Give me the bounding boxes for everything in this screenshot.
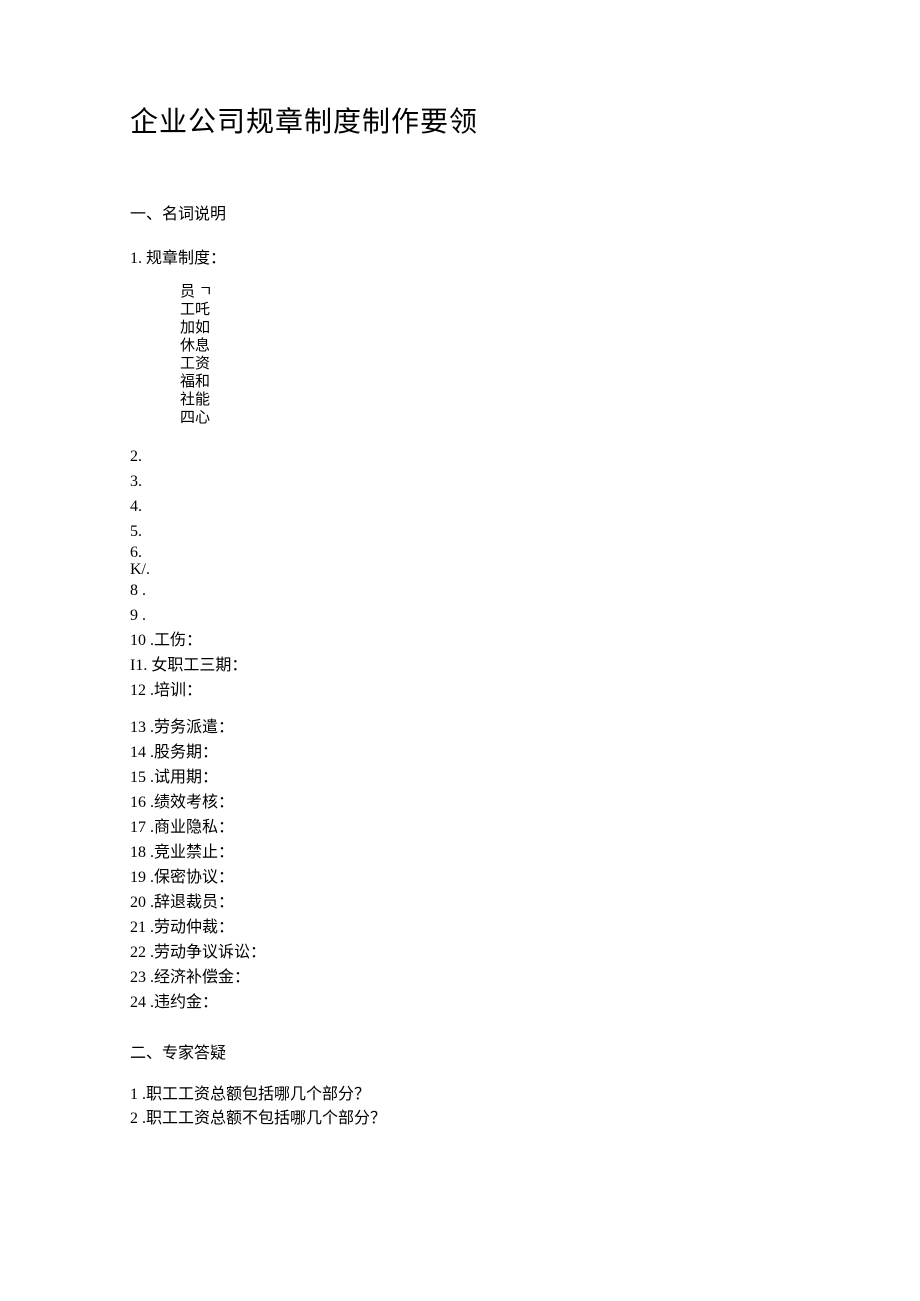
item-label: 女职工三期： xyxy=(151,657,247,674)
list-item: 9 . xyxy=(130,604,790,628)
list-item: 24 .违约金： xyxy=(130,991,790,1015)
item-num: I1. xyxy=(130,657,147,674)
item-num: 1 xyxy=(130,1086,138,1103)
list-item: 22 .劳动争议诉讼： xyxy=(130,941,790,965)
item-label: .竞业禁止： xyxy=(150,844,234,861)
item-num: 16 xyxy=(130,794,146,811)
list-item: 2. xyxy=(130,445,790,469)
list-item: 10 .工伤： xyxy=(130,629,790,653)
item-num: K/. xyxy=(130,561,150,578)
item-num: 22 xyxy=(130,944,146,961)
item-1: 1. 规章制度： xyxy=(130,244,790,268)
section-2-header: 二、专家答疑 xyxy=(130,1039,790,1063)
list-item: 5. xyxy=(130,520,790,544)
vrow: 四心 xyxy=(180,409,790,427)
item-label: .培训： xyxy=(150,682,202,699)
item-label: .劳动仲裁： xyxy=(150,919,234,936)
item-num: 15 xyxy=(130,769,146,786)
list-item: 3. xyxy=(130,470,790,494)
item-label: .违约金： xyxy=(150,994,218,1011)
item-num: 10 xyxy=(130,632,146,649)
document-title: 企业公司规章制度制作要领 xyxy=(130,100,790,140)
item-num: 3. xyxy=(130,473,142,490)
item-label: .职工工资总额包括哪几个部分？ xyxy=(142,1086,370,1103)
list-item: 15 .试用期： xyxy=(130,766,790,790)
item-num: 18 xyxy=(130,844,146,861)
item-num: 21 xyxy=(130,919,146,936)
list-item: 16 .绩效考核： xyxy=(130,791,790,815)
list-item: 17 .商业隐私： xyxy=(130,816,790,840)
list-item: 19 .保密协议： xyxy=(130,866,790,890)
list-item: 21 .劳动仲裁： xyxy=(130,916,790,940)
item-label: . xyxy=(142,582,146,599)
item-label: .劳务派遣： xyxy=(150,719,234,736)
item-num: 2 xyxy=(130,1110,138,1127)
vrow: 福和 xyxy=(180,373,790,391)
list-item-overlap: 6. K/. xyxy=(130,545,790,578)
item-num: 14 xyxy=(130,744,146,761)
item-label: .绩效考核： xyxy=(150,794,234,811)
list-item: 1 .职工工资总额包括哪几个部分？ xyxy=(130,1083,790,1107)
section-1-header: 一、名词说明 xyxy=(130,200,790,224)
vrow: 员 ㄱ xyxy=(180,283,790,301)
vrow: 社能 xyxy=(180,391,790,409)
item-num: 9 xyxy=(130,607,138,624)
item-num: 8 xyxy=(130,582,138,599)
list-item: I1. 女职工三期： xyxy=(130,654,790,678)
item-label: .保密协议： xyxy=(150,869,234,886)
list-item: 12 .培训： xyxy=(130,679,790,703)
item-label: .辞退裁员： xyxy=(150,894,234,911)
item-num: 24 xyxy=(130,994,146,1011)
vertical-text-block: 员 ㄱ 工吒 加如 休息 工资 福和 社能 四心 xyxy=(180,283,790,427)
vrow: 休息 xyxy=(180,337,790,355)
item-label: .股务期： xyxy=(150,744,218,761)
item-num: 23 xyxy=(130,969,146,986)
list-item: 18 .竞业禁止： xyxy=(130,841,790,865)
list-item: 2 .职工工资总额不包括哪几个部分？ xyxy=(130,1107,790,1131)
list-item: 14 .股务期： xyxy=(130,741,790,765)
item-num: 17 xyxy=(130,819,146,836)
item-1-num: 1. xyxy=(130,250,142,267)
question-list: 1 .职工工资总额包括哪几个部分？ 2 .职工工资总额不包括哪几个部分？ xyxy=(130,1083,790,1131)
vrow: 工吒 xyxy=(180,301,790,319)
numbered-list-a: 2. 3. 4. 5. 6. K/. 8 . 9 . 10 .工伤： I1. 女… xyxy=(130,445,790,703)
vrow: 工资 xyxy=(180,355,790,373)
list-item: 20 .辞退裁员： xyxy=(130,891,790,915)
item-label: .经济补偿金： xyxy=(150,969,250,986)
item-num: 12 xyxy=(130,682,146,699)
item-label: .劳动争议诉讼： xyxy=(150,944,266,961)
list-item: 4. xyxy=(130,495,790,519)
item-1-label: 规章制度： xyxy=(146,250,226,267)
item-num: 4. xyxy=(130,498,142,515)
item-num: 6. xyxy=(130,544,142,561)
item-num: 2. xyxy=(130,448,142,465)
vrow: 加如 xyxy=(180,319,790,337)
item-num: 20 xyxy=(130,894,146,911)
item-num: 19 xyxy=(130,869,146,886)
list-item: 13 .劳务派遣： xyxy=(130,716,790,740)
list-item: 8 . xyxy=(130,579,790,603)
item-label: .职工工资总额不包括哪几个部分？ xyxy=(142,1110,386,1127)
list-item: 23 .经济补偿金： xyxy=(130,966,790,990)
item-label: . xyxy=(142,607,146,624)
item-num: 13 xyxy=(130,719,146,736)
item-label: .试用期： xyxy=(150,769,218,786)
item-label: .商业隐私： xyxy=(150,819,234,836)
numbered-list-c: 13 .劳务派遣： 14 .股务期： 15 .试用期： 16 .绩效考核： 17… xyxy=(130,716,790,1015)
item-num: 5. xyxy=(130,523,142,540)
item-label: .工伤： xyxy=(150,632,202,649)
